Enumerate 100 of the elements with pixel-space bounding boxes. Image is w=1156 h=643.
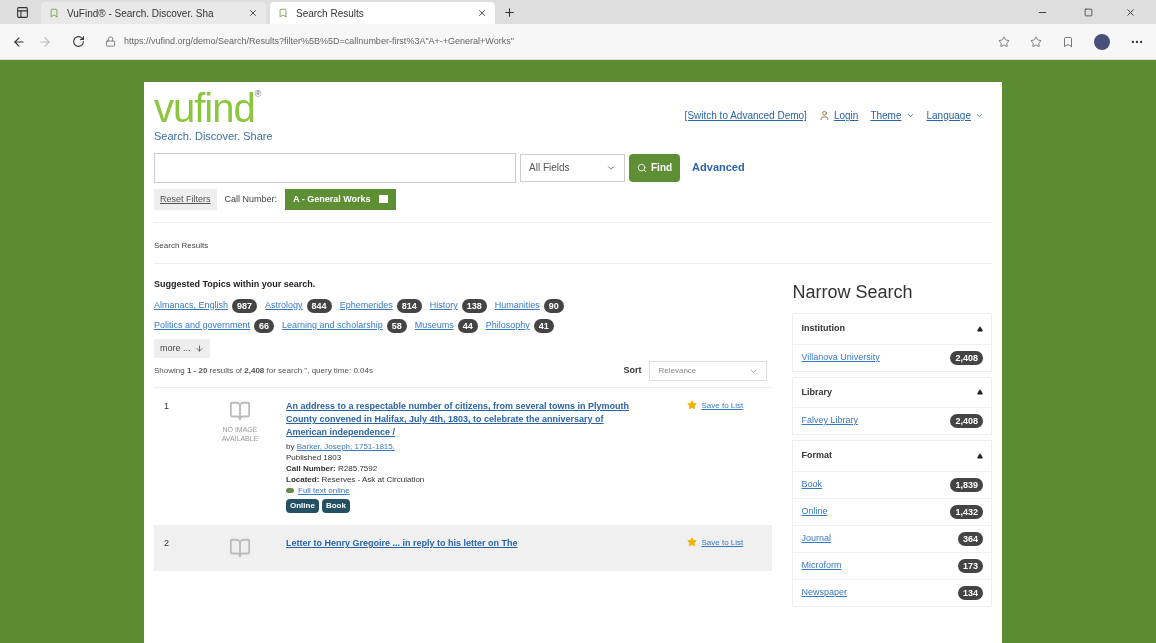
tab-actions-icon[interactable] — [16, 5, 29, 19]
facets-title: Narrow Search — [792, 281, 914, 304]
header-link[interactable]: Language — [926, 108, 971, 123]
breadcrumb: Search Results — [154, 241, 209, 250]
favorites-icon[interactable] — [1030, 35, 1042, 48]
result-number: 1 — [163, 400, 170, 413]
published-text: Published 1803 — [286, 452, 343, 463]
collections-icon[interactable] — [1062, 35, 1074, 48]
count-badge: 90 — [543, 298, 564, 313]
topic-link[interactable]: Learning and scholarship — [282, 318, 383, 333]
format-label: Online — [286, 499, 319, 513]
more-button[interactable]: more ... — [154, 338, 210, 358]
book-icon — [229, 400, 251, 422]
topic-link[interactable]: Politics and government — [154, 318, 251, 333]
avatar[interactable] — [1094, 33, 1110, 50]
facet-heading[interactable]: Format — [801, 449, 832, 463]
topic-link[interactable]: Humanities — [494, 298, 540, 313]
location-text: Located: Reserves - Ask at Circulation — [286, 474, 426, 485]
count-badge: 58 — [386, 318, 407, 333]
header-link[interactable]: Login — [833, 108, 859, 123]
topic-link[interactable]: Philosophy — [485, 318, 530, 333]
count-badge: 2,408 — [950, 414, 983, 428]
count-badge: 2,408 — [950, 350, 983, 365]
count-badge: 814 — [396, 298, 422, 313]
topic-link[interactable]: Astrology — [265, 298, 303, 313]
topics-heading: Suggested Topics within your search. — [154, 278, 317, 291]
browser-tab[interactable]: Search Results — [270, 2, 495, 24]
caret-icon — [975, 111, 984, 120]
facet-link[interactable]: Villanova University — [801, 350, 880, 365]
tab-title: Search Results — [296, 6, 365, 21]
close-window-icon[interactable] — [1125, 6, 1136, 18]
new-tab-icon[interactable] — [503, 5, 516, 19]
advanced-link[interactable]: Advanced — [692, 159, 745, 176]
save-to-list-link[interactable]: Save to List — [701, 537, 744, 549]
result-title[interactable]: Letter to Henry Gregoire ... in reply to his letter on The — [286, 537, 636, 550]
search-field[interactable] — [154, 152, 516, 183]
reset-filters-button[interactable]: Reset Filters — [154, 188, 217, 210]
field-type-select[interactable]: All Fields — [520, 153, 625, 182]
tab-title: VuFind® - Search. Discover. Sha — [67, 6, 215, 21]
count-badge: 1,839 — [950, 477, 983, 492]
count-badge: 66 — [254, 318, 275, 333]
filter-chip[interactable]: A - General Works — [285, 188, 396, 210]
star-icon — [687, 537, 698, 547]
author-line: by Barker, Joseph, 1751-1815. — [286, 441, 396, 452]
user-icon — [818, 110, 830, 121]
url-text[interactable]: https://vufind.org/demo/Search/Results?filter%5B%5D=callnumber-first%3A"A+-+General+Works" — [124, 34, 514, 49]
full-text-link[interactable]: Full text online — [298, 485, 350, 496]
result-number: 2 — [163, 537, 170, 550]
topic-link[interactable]: History — [429, 298, 458, 313]
collapse-icon[interactable] — [977, 452, 983, 459]
sort-label: Sort — [623, 364, 642, 378]
maximize-icon[interactable] — [1084, 7, 1093, 17]
facet-link[interactable]: Falvey Library — [801, 414, 858, 428]
format-label: Book — [321, 499, 350, 513]
count-badge: 134 — [957, 585, 983, 600]
lock-icon — [105, 36, 116, 47]
facet-link[interactable]: Book — [801, 477, 822, 492]
topic-link[interactable]: Museums — [414, 318, 454, 333]
remove-icon — [378, 195, 388, 204]
author-link[interactable]: Barker, Joseph, 1751-1815. — [296, 442, 395, 451]
favicon-icon — [49, 8, 59, 18]
favicon-icon — [278, 8, 288, 18]
facet-link[interactable]: Newspaper — [801, 585, 847, 600]
back-icon[interactable] — [12, 34, 26, 49]
book-icon — [229, 537, 251, 559]
reload-icon[interactable] — [72, 35, 85, 48]
collapse-icon[interactable] — [977, 389, 983, 396]
facet-link[interactable]: Journal — [801, 531, 831, 546]
count-badge: 1,432 — [950, 504, 983, 519]
count-badge: 41 — [533, 318, 554, 333]
header-link[interactable]: [Switch to Advanced Demo] — [684, 108, 807, 123]
star-icon — [687, 400, 698, 410]
count-badge: 173 — [957, 558, 983, 573]
count-badge: 138 — [461, 298, 487, 313]
result-title[interactable]: An address to a respectable number of citizens, from several towns in Plymouth County convened in Halifax, July 4th, 1803, to celebrate the anniversary of American independence / — [286, 400, 636, 439]
browser-tab[interactable]: VuFind® - Search. Discover. Sha — [41, 2, 266, 24]
header-link[interactable]: Theme — [870, 108, 902, 123]
topic-link[interactable]: Ephemerides — [339, 298, 393, 313]
collapse-icon[interactable] — [977, 325, 983, 332]
count-badge: 44 — [457, 318, 478, 333]
tagline: Search. Discover. Share — [154, 129, 273, 144]
close-icon[interactable] — [248, 8, 258, 18]
caret-icon — [905, 111, 915, 120]
close-icon[interactable] — [477, 8, 487, 18]
save-to-list-link[interactable]: Save to List — [701, 400, 744, 412]
count-badge: 987 — [232, 298, 258, 313]
results-stats: Showing 1 - 20 results of 2,408 for search ", query time: 0.04s — [154, 365, 373, 377]
facet-heading[interactable]: Library — [801, 385, 832, 399]
facet-link[interactable]: Online — [801, 504, 828, 519]
star-icon[interactable] — [998, 35, 1010, 48]
count-badge: 364 — [957, 531, 983, 546]
filter-label: Call Number: — [224, 192, 278, 206]
topic-link[interactable]: Almanacs, English — [154, 298, 229, 313]
find-button[interactable]: Find — [629, 153, 681, 182]
facet-link[interactable]: Microform — [801, 558, 842, 573]
call-number: Call Number: R285.7592 — [286, 463, 379, 474]
sort-select[interactable]: Relevance — [649, 361, 768, 381]
down-arrow-icon — [194, 343, 204, 353]
facet-heading[interactable]: Institution — [801, 322, 845, 336]
registered-mark: ® — [254, 88, 262, 99]
